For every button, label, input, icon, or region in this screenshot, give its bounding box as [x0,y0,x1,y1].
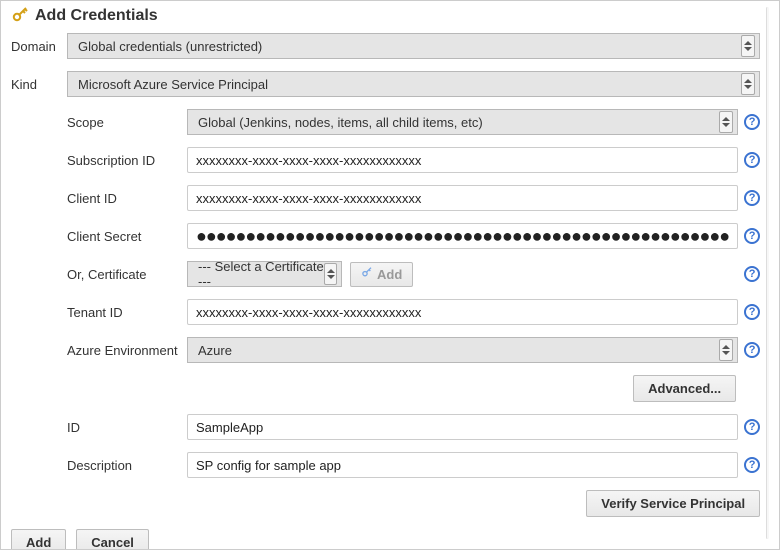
dropdown-spinner-icon [719,339,733,361]
client-id-input[interactable]: xxxxxxxx-xxxx-xxxx-xxxx-xxxxxxxxxxxx [187,185,738,211]
description-label: Description [67,458,187,473]
scope-select[interactable]: Global (Jenkins, nodes, items, all child… [187,109,738,135]
help-icon[interactable]: ? [744,114,760,130]
help-icon[interactable]: ? [744,457,760,473]
client-secret-mask: ●●●●●●●●●●●●●●●●●●●●●●●●●●●●●●●●●●●●●●●●… [196,231,729,241]
client-id-value: xxxxxxxx-xxxx-xxxx-xxxx-xxxxxxxxxxxx [196,191,421,206]
tenant-id-label: Tenant ID [67,305,187,320]
help-icon[interactable]: ? [744,266,760,282]
kind-select-value: Microsoft Azure Service Principal [78,77,268,92]
help-icon[interactable]: ? [744,190,760,206]
cancel-button[interactable]: Cancel [76,529,149,550]
dropdown-spinner-icon [719,111,733,133]
subscription-id-input[interactable]: xxxxxxxx-xxxx-xxxx-xxxx-xxxxxxxxxxxx [187,147,738,173]
key-icon [361,267,373,282]
tenant-id-input[interactable]: xxxxxxxx-xxxx-xxxx-xxxx-xxxxxxxxxxxx [187,299,738,325]
kind-select[interactable]: Microsoft Azure Service Principal [67,71,760,97]
vertical-scrollbar[interactable] [766,7,769,539]
help-icon[interactable]: ? [744,304,760,320]
help-icon[interactable]: ? [744,152,760,168]
azure-env-value: Azure [198,343,232,358]
certificate-add-label: Add [377,267,402,282]
scope-select-value: Global (Jenkins, nodes, items, all child… [198,115,483,130]
verify-button[interactable]: Verify Service Principal [586,490,760,517]
azure-env-label: Azure Environment [67,343,187,358]
cancel-label: Cancel [91,535,134,550]
description-input[interactable]: SP config for sample app [187,452,738,478]
certificate-label: Or, Certificate [67,267,187,282]
certificate-select[interactable]: --- Select a Certificate --- [187,261,342,287]
page-header: Add Credentials [11,7,760,25]
client-id-label: Client ID [67,191,187,206]
scope-label: Scope [67,115,187,130]
add-button[interactable]: Add [11,529,66,550]
help-icon[interactable]: ? [744,419,760,435]
help-icon[interactable]: ? [744,228,760,244]
advanced-button[interactable]: Advanced... [633,375,736,402]
client-secret-input[interactable]: ●●●●●●●●●●●●●●●●●●●●●●●●●●●●●●●●●●●●●●●●… [187,223,738,249]
dropdown-spinner-icon [324,263,337,285]
certificate-select-value: --- Select a Certificate --- [198,259,324,289]
page-title: Add Credentials [35,7,158,25]
dropdown-spinner-icon [741,35,755,57]
id-label: ID [67,420,187,435]
help-icon[interactable]: ? [744,342,760,358]
kind-label: Kind [11,77,67,92]
add-label: Add [26,535,51,550]
certificate-add-button[interactable]: Add [350,262,413,287]
advanced-label: Advanced... [648,381,721,396]
subscription-id-value: xxxxxxxx-xxxx-xxxx-xxxx-xxxxxxxxxxxx [196,153,421,168]
domain-label: Domain [11,39,67,54]
dropdown-spinner-icon [741,73,755,95]
id-value: SampleApp [196,420,263,435]
domain-select-value: Global credentials (unrestricted) [78,39,262,54]
client-secret-label: Client Secret [67,229,187,244]
azure-env-select[interactable]: Azure [187,337,738,363]
verify-label: Verify Service Principal [601,496,745,511]
key-icon [11,7,29,25]
description-value: SP config for sample app [196,458,341,473]
tenant-id-value: xxxxxxxx-xxxx-xxxx-xxxx-xxxxxxxxxxxx [196,305,421,320]
id-input[interactable]: SampleApp [187,414,738,440]
subscription-id-label: Subscription ID [67,153,187,168]
domain-select[interactable]: Global credentials (unrestricted) [67,33,760,59]
